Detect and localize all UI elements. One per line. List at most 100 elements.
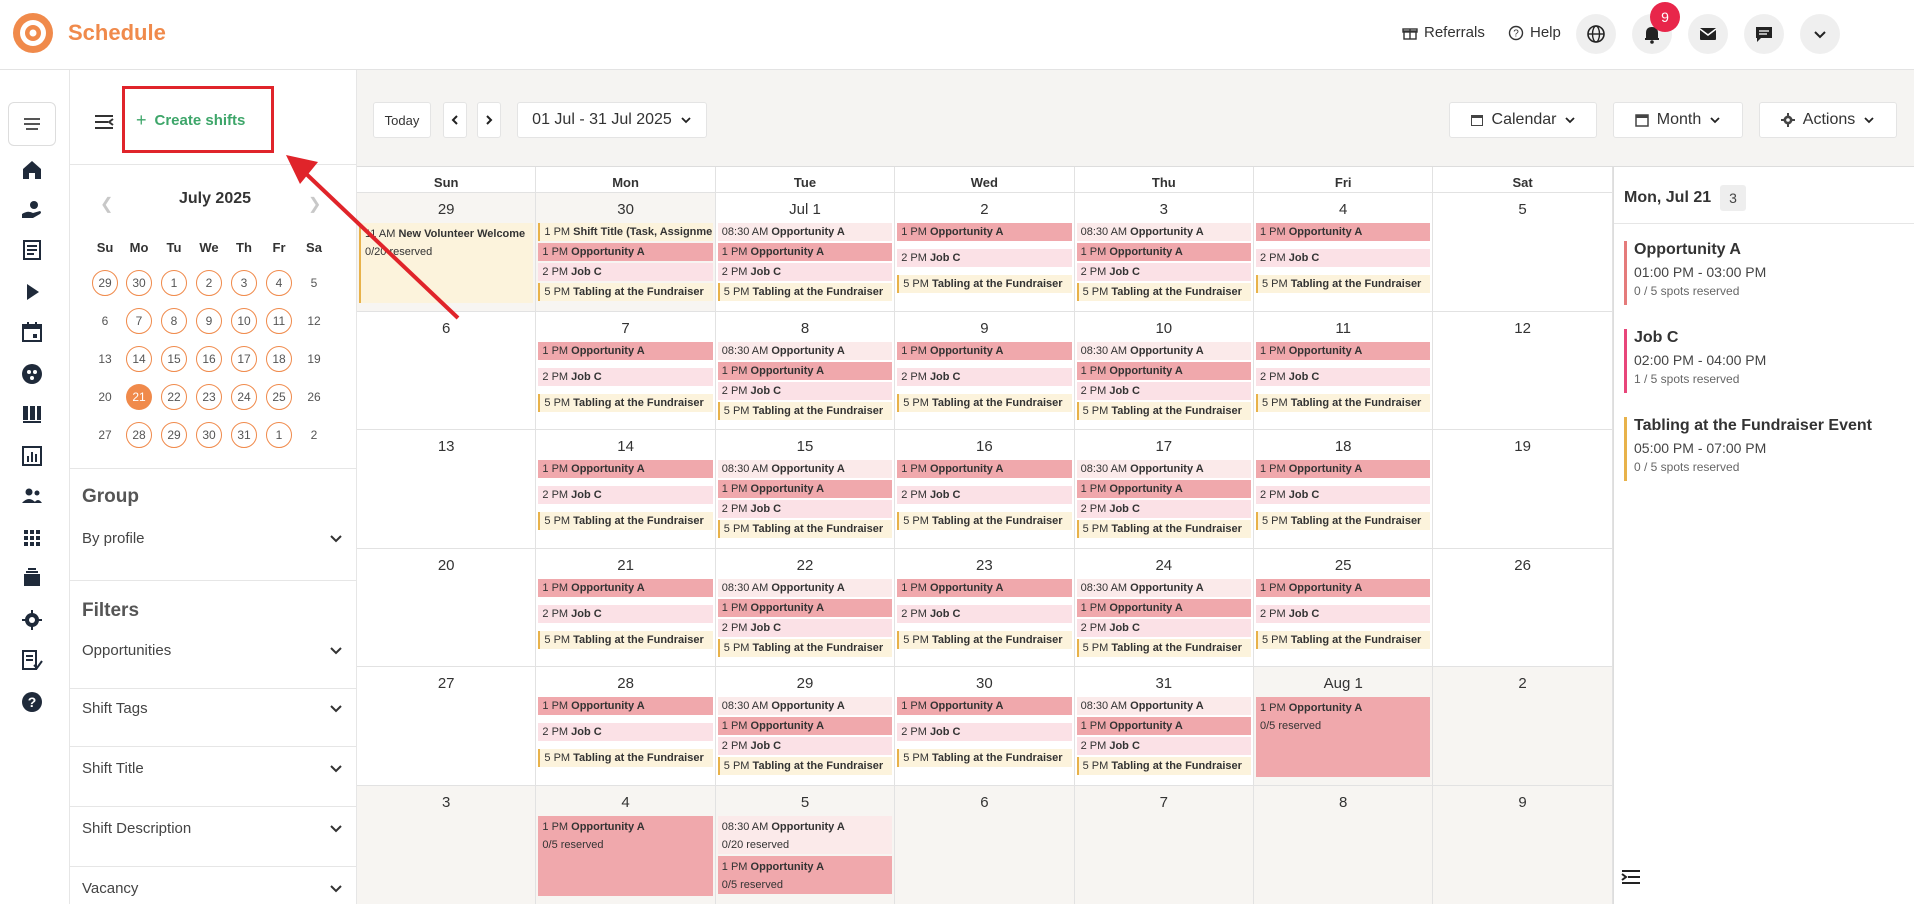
people-icon[interactable]: [20, 484, 44, 508]
shift-event[interactable]: 2 PM Job C: [717, 381, 893, 400]
calendar-day-cell[interactable]: 30 1 PM Shift Title (Task, Assignment) 1 P…: [536, 193, 716, 312]
calendar-day-cell[interactable]: 8 08:30 AM Opportunity A1 PM Opportunity …: [715, 311, 896, 431]
mini-calendar-day[interactable]: 30: [196, 422, 222, 448]
mini-calendar-day[interactable]: 7: [126, 308, 152, 334]
shift-event[interactable]: 1 PM Opportunity A: [1256, 223, 1431, 241]
language-button[interactable]: [1576, 14, 1616, 54]
shift-event[interactable]: 5 PM Tabling at the Fundraiser: [717, 283, 893, 301]
calendar-day-cell[interactable]: 27: [357, 667, 537, 786]
calendar-day-cell[interactable]: 23 1 PM Opportunity A2 PM Job C5 PM Tabli…: [895, 548, 1075, 668]
calendar-day-cell[interactable]: 30 1 PM Opportunity A2 PM Job C5 PM Tabli…: [895, 667, 1075, 786]
shift-event[interactable]: 5 PM Tabling at the Fundraiser: [1076, 283, 1251, 301]
shift-event[interactable]: 1 PM Opportunity A: [1076, 243, 1251, 261]
mini-calendar-next-icon[interactable]: ❯: [308, 194, 321, 214]
shift-event[interactable]: 5 PM Tabling at the Fundraiser: [1076, 401, 1251, 420]
shift-event[interactable]: 08:30 AM Opportunity A: [717, 697, 893, 716]
shift-event[interactable]: 5 PM Tabling at the Fundraiser: [717, 401, 893, 420]
calendar-day-cell[interactable]: 6: [357, 311, 537, 431]
calendar-day-cell[interactable]: 5: [1433, 193, 1613, 312]
mini-calendar-day[interactable]: 14: [126, 346, 152, 372]
mini-calendar-day-selected[interactable]: 21: [126, 384, 152, 410]
calendar-day-cell[interactable]: 3: [357, 786, 537, 904]
calendar-day-cell[interactable]: Jul 1 08:30 AM Opportunity A1 PM Opportun…: [715, 193, 896, 312]
shift-event[interactable]: 5 PM Tabling at the Fundraiser: [1256, 630, 1431, 649]
shift-event[interactable]: 5 PM Tabling at the Fundraiser: [538, 512, 713, 531]
mini-calendar-day[interactable]: 28: [126, 422, 152, 448]
calendar-day-cell[interactable]: 14 1 PM Opportunity A2 PM Job C5 PM Tabli…: [536, 430, 716, 549]
calendar-day-cell[interactable]: 15 08:30 AM Opportunity A1 PM Opportunity…: [715, 430, 896, 549]
board-icon[interactable]: [20, 402, 44, 426]
calendar-day-cell[interactable]: Aug 1 1 PM Opportunity A 0/5 reserved: [1254, 667, 1434, 786]
messages-button[interactable]: [1688, 14, 1728, 54]
apps-grid-icon[interactable]: [20, 526, 44, 550]
shift-event[interactable]: 1 PM Opportunity A: [538, 578, 713, 597]
today-button[interactable]: Today: [373, 102, 431, 138]
shift-event[interactable]: 08:30 AM Opportunity A: [717, 223, 893, 241]
period-month-select[interactable]: Month: [1613, 102, 1743, 138]
mini-calendar-day[interactable]: 17: [231, 346, 257, 372]
shift-event[interactable]: 2 PM Job C: [717, 500, 893, 519]
shift-event[interactable]: 08:30 AM Opportunity A: [717, 341, 893, 360]
mini-calendar-day[interactable]: 15: [161, 346, 187, 372]
shift-event[interactable]: 5 PM Tabling at the Fundraiser: [717, 520, 893, 539]
shift-event[interactable]: 1 PM Opportunity A: [538, 460, 713, 479]
mini-calendar-day[interactable]: 18: [266, 346, 292, 372]
mini-calendar-day[interactable]: 3: [231, 270, 257, 296]
mini-calendar-day[interactable]: 22: [161, 384, 187, 410]
shift-event[interactable]: 08:30 AM Opportunity A: [1076, 697, 1251, 716]
shift-event[interactable]: 5 PM Tabling at the Fundraiser: [1256, 275, 1431, 293]
shift-event[interactable]: 5 PM Tabling at the Fundraiser: [1076, 757, 1251, 776]
referrals-link[interactable]: Referrals: [1402, 24, 1485, 41]
shift-event[interactable]: 1 PM Opportunity A: [897, 341, 1072, 360]
mini-calendar-day[interactable]: 27: [92, 422, 118, 448]
shift-event[interactable]: 2 PM Job C: [1076, 381, 1251, 400]
shift-event[interactable]: 1 PM Opportunity A: [897, 578, 1072, 597]
mini-calendar-day[interactable]: 20: [92, 384, 118, 410]
shift-event[interactable]: 08:30 AM Opportunity A: [1076, 341, 1251, 360]
day-shift-item[interactable]: Tabling at the Fundraiser Event 05:00 PM …: [1624, 417, 1904, 481]
shift-event[interactable]: 1 PM Shift Title (Task, Assignment): [538, 223, 713, 241]
calendar-day-cell[interactable]: 29 08:30 AM Opportunity A1 PM Opportunity…: [715, 667, 896, 786]
shift-event[interactable]: 1 PM Opportunity A: [1076, 717, 1251, 736]
calendar-day-cell[interactable]: 19: [1433, 430, 1613, 549]
collapse-panel-icon[interactable]: [1620, 866, 1642, 888]
mini-calendar-day[interactable]: 2: [301, 422, 327, 448]
shift-event[interactable]: 1 PM Opportunity A: [1076, 480, 1251, 499]
shift-event[interactable]: 2 PM Job C: [1076, 500, 1251, 519]
mini-calendar-day[interactable]: 1: [161, 270, 187, 296]
calendar-day-cell[interactable]: 28 1 PM Opportunity A2 PM Job C5 PM Tabli…: [536, 667, 716, 786]
shift-event[interactable]: 2 PM Job C: [1076, 263, 1251, 281]
volunteer-hand-icon[interactable]: [20, 198, 44, 222]
filter-shift-description[interactable]: Shift Description: [82, 820, 344, 848]
calendar-day-cell[interactable]: 26: [1433, 548, 1613, 668]
shift-event[interactable]: 1 PM Opportunity A: [717, 598, 893, 617]
date-range-select[interactable]: 01 Jul - 31 Jul 2025: [517, 102, 707, 138]
shift-event[interactable]: 08:30 AM Opportunity A: [1076, 460, 1251, 479]
mini-calendar-day[interactable]: 13: [92, 346, 118, 372]
mini-calendar-day[interactable]: 25: [266, 384, 292, 410]
calendar-day-cell[interactable]: 12: [1433, 311, 1613, 431]
shift-event[interactable]: 2 PM Job C: [538, 263, 713, 281]
shift-event[interactable]: 2 PM Job C: [538, 723, 713, 742]
group-icon[interactable]: [20, 362, 44, 386]
actions-menu[interactable]: Actions: [1759, 102, 1897, 138]
shift-event[interactable]: 1 PM Opportunity A: [1076, 598, 1251, 617]
shift-event[interactable]: 5 PM Tabling at the Fundraiser: [1076, 520, 1251, 539]
help-circle-icon[interactable]: ?: [20, 690, 44, 714]
mini-calendar-day[interactable]: 11: [266, 308, 292, 334]
mini-calendar-day[interactable]: 19: [301, 346, 327, 372]
mini-calendar-day[interactable]: 16: [196, 346, 222, 372]
calendar-day-cell[interactable]: 7: [1074, 786, 1254, 904]
help-link[interactable]: ? Help: [1508, 24, 1561, 41]
collapse-sidebar-icon[interactable]: [92, 110, 116, 134]
shift-event[interactable]: 1 PM Opportunity A: [717, 480, 893, 499]
shift-event[interactable]: 1 PM Opportunity A: [538, 697, 713, 716]
mini-calendar-day[interactable]: 24: [231, 384, 257, 410]
shift-event[interactable]: 1 PM Opportunity A: [897, 697, 1072, 716]
calendar-day-cell[interactable]: 10 08:30 AM Opportunity A1 PM Opportunity…: [1074, 311, 1254, 431]
mini-calendar-day[interactable]: 9: [196, 308, 222, 334]
calendar-day-cell[interactable]: 11 1 PM Opportunity A2 PM Job C5 PM Tabli…: [1254, 311, 1434, 431]
calendar-day-cell[interactable]: 25 1 PM Opportunity A2 PM Job C5 PM Tabli…: [1254, 548, 1434, 668]
shift-event[interactable]: 5 PM Tabling at the Fundraiser: [897, 630, 1072, 649]
mini-calendar-day[interactable]: 30: [126, 270, 152, 296]
